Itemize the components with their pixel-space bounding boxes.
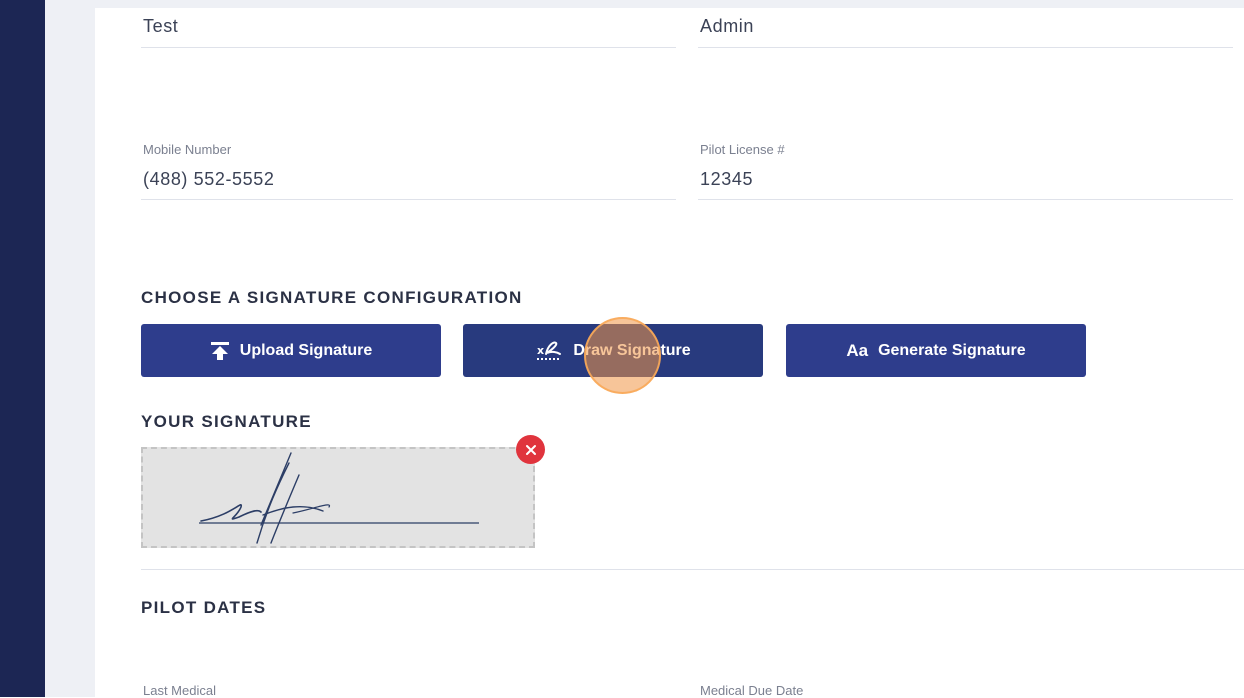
upload-signature-label: Upload Signature bbox=[239, 341, 373, 359]
field-underline bbox=[141, 199, 676, 200]
last-medical-label: Last Medical bbox=[143, 683, 216, 698]
signature-config-title: CHOOSE A SIGNATURE CONFIGURATION bbox=[141, 288, 523, 307]
pilot-license-field[interactable]: Pilot License # 12345 bbox=[698, 140, 1233, 200]
page-gutter bbox=[45, 0, 95, 697]
last-name-field[interactable]: Admin bbox=[698, 8, 1233, 48]
field-underline bbox=[698, 47, 1233, 48]
draw-signature-label: Draw Signature bbox=[573, 341, 691, 359]
left-nav-bar bbox=[0, 0, 45, 697]
mobile-number-value: (488) 552-5552 bbox=[143, 169, 275, 189]
medical-due-date-label: Medical Due Date bbox=[700, 683, 804, 698]
upload-arrow-icon bbox=[210, 341, 230, 361]
first-name-field[interactable]: Test bbox=[141, 8, 676, 48]
first-name-value: Test bbox=[143, 16, 179, 36]
pen-signature-icon: x bbox=[535, 339, 563, 363]
svg-text:x: x bbox=[537, 344, 544, 357]
font-aa-icon: Aa bbox=[846, 340, 869, 360]
mobile-number-label: Mobile Number bbox=[143, 142, 232, 157]
pilot-license-value: 12345 bbox=[700, 169, 754, 189]
close-icon bbox=[525, 444, 536, 455]
upload-signature-button[interactable]: Upload Signature bbox=[141, 324, 441, 377]
medical-due-date-field[interactable]: Medical Due Date bbox=[698, 682, 1233, 698]
section-divider bbox=[141, 569, 1244, 570]
last-medical-field[interactable]: Last Medical bbox=[141, 682, 676, 698]
top-strip bbox=[0, 0, 1244, 8]
remove-signature-button[interactable] bbox=[516, 435, 545, 464]
field-underline bbox=[698, 199, 1233, 200]
draw-signature-button[interactable]: x Draw Signature bbox=[463, 324, 763, 377]
pilot-dates-title: PILOT DATES bbox=[141, 598, 267, 617]
your-signature-title: YOUR SIGNATURE bbox=[141, 412, 312, 431]
mobile-number-field[interactable]: Mobile Number (488) 552-5552 bbox=[141, 140, 676, 200]
last-name-value: Admin bbox=[700, 16, 755, 36]
signature-drawing bbox=[199, 452, 479, 544]
generate-signature-button[interactable]: Aa Generate Signature bbox=[786, 324, 1086, 377]
field-underline bbox=[141, 47, 676, 48]
pilot-license-label: Pilot License # bbox=[700, 142, 785, 157]
signature-preview bbox=[141, 447, 535, 548]
generate-signature-label: Generate Signature bbox=[878, 341, 1026, 359]
